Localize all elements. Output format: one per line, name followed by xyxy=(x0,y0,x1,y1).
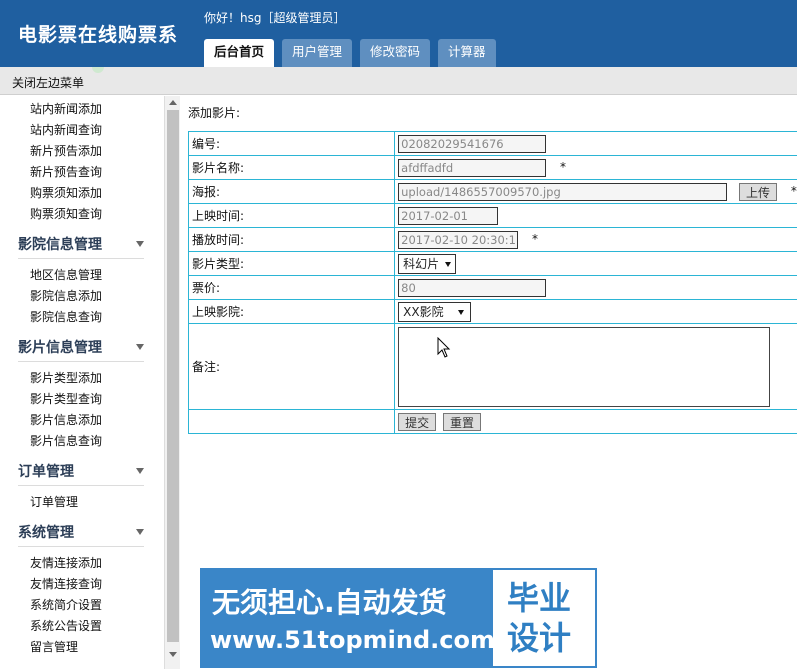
required-mark: * xyxy=(790,184,797,198)
cinema-select[interactable]: XX影院 xyxy=(398,301,471,322)
form-row-id: 编号: xyxy=(187,131,797,156)
form-row-remark: 备注: xyxy=(187,323,797,410)
toggle-left-menu-link[interactable]: 关闭左边菜单 xyxy=(12,74,84,91)
watermark-logo-box: 毕业 设计 xyxy=(493,570,595,666)
chevron-down-icon xyxy=(136,529,144,535)
chevron-down-icon xyxy=(136,241,144,247)
sidebar-item-cinema-add[interactable]: 影院信息添加 xyxy=(0,286,164,307)
scroll-up-arrow-icon[interactable] xyxy=(169,100,177,105)
sidebar-group-title: 影院信息管理 xyxy=(18,237,102,253)
release-date-label: 上映时间: xyxy=(187,203,396,228)
sidebar-item-region[interactable]: 地区信息管理 xyxy=(0,265,164,286)
form-row-release: 上映时间: xyxy=(187,203,797,228)
sidebar-item-notice-query[interactable]: 购票须知查询 xyxy=(0,204,164,225)
form-row-name: 影片名称: * xyxy=(187,155,797,180)
mouse-cursor-icon xyxy=(437,337,451,358)
chevron-down-icon xyxy=(136,344,144,350)
cinema-selected: XX影院 xyxy=(403,304,444,319)
film-name-label: 影片名称: xyxy=(187,155,396,180)
film-type-selected: 科幻片 xyxy=(403,256,440,271)
tab-home[interactable]: 后台首页 xyxy=(204,39,275,67)
required-mark: * xyxy=(559,160,566,174)
sidebar-item-preview-query[interactable]: 新片预告查询 xyxy=(0,162,164,183)
watermark-url: www.51topmind.com xyxy=(210,626,495,654)
sidebar-item-messages[interactable]: 留言管理 xyxy=(0,637,164,658)
poster-path-input[interactable] xyxy=(398,182,728,201)
price-label: 票价: xyxy=(187,275,396,300)
id-label: 编号: xyxy=(187,131,396,156)
user-greeting: 你好！hsg［超级管理员］ xyxy=(204,11,346,25)
chevron-down-icon xyxy=(445,261,452,267)
sidebar: 站内新闻添加 站内新闻查询 新片预告添加 新片预告查询 购票须知添加 购票须知查… xyxy=(0,96,180,669)
sidebar-item-cinema-query[interactable]: 影院信息查询 xyxy=(0,307,164,328)
sidebar-group-title: 影片信息管理 xyxy=(18,340,102,356)
watermark-slogan: 无须担心.自动发货 xyxy=(212,586,447,619)
sidebar-menu: 站内新闻添加 站内新闻查询 新片预告添加 新片预告查询 购票须知添加 购票须知查… xyxy=(0,96,164,658)
tab-change-password[interactable]: 修改密码 xyxy=(360,39,431,67)
scroll-down-arrow-icon[interactable] xyxy=(169,652,177,657)
sidebar-group-orders[interactable]: 订单管理 xyxy=(18,460,144,486)
sidebar-item-orders[interactable]: 订单管理 xyxy=(0,492,164,513)
reset-button[interactable]: 重置 xyxy=(442,412,481,431)
page-title: 添加影片: xyxy=(188,106,241,120)
sidebar-group-system[interactable]: 系统管理 xyxy=(18,521,144,547)
sidebar-item-film-type-add[interactable]: 影片类型添加 xyxy=(0,368,164,389)
id-input[interactable] xyxy=(398,134,547,153)
sidebar-item-announcement-settings[interactable]: 系统公告设置 xyxy=(0,616,164,637)
form-row-showtime: 播放时间: * xyxy=(187,227,797,252)
form-row-actions: 提交 重置 xyxy=(187,409,797,434)
top-header: 电影票在线购票系 你好！hsg［超级管理员］ 后台首页 用户管理 修改密码 计算… xyxy=(0,0,797,67)
showtime-input[interactable] xyxy=(398,230,519,249)
release-date-input[interactable] xyxy=(398,206,499,225)
poster-label: 海报: xyxy=(187,179,396,204)
sidebar-item-link-query[interactable]: 友情连接查询 xyxy=(0,574,164,595)
required-mark: * xyxy=(531,232,538,246)
remark-label: 备注: xyxy=(187,323,396,410)
chevron-down-icon xyxy=(457,309,464,315)
film-name-input[interactable] xyxy=(398,158,547,177)
sidebar-item-link-add[interactable]: 友情连接添加 xyxy=(0,553,164,574)
scroll-thumb[interactable] xyxy=(167,110,179,642)
form-row-price: 票价: xyxy=(187,275,797,300)
sidebar-item-news-query[interactable]: 站内新闻查询 xyxy=(0,120,164,141)
toolbar: 关闭左边菜单 xyxy=(0,67,797,95)
upload-button[interactable]: 上传 xyxy=(738,182,777,201)
sidebar-item-film-query[interactable]: 影片信息查询 xyxy=(0,431,164,452)
sidebar-item-preview-add[interactable]: 新片预告添加 xyxy=(0,141,164,162)
sidebar-item-film-add[interactable]: 影片信息添加 xyxy=(0,410,164,431)
tab-user-management[interactable]: 用户管理 xyxy=(282,39,353,67)
form-row-cinema: 上映影院: XX影院 xyxy=(187,299,797,324)
sidebar-group-cinema[interactable]: 影院信息管理 xyxy=(18,233,144,259)
watermark-logo-text: 毕业 xyxy=(507,579,572,617)
main-nav: 后台首页 用户管理 修改密码 计算器 xyxy=(204,39,504,67)
remark-textarea[interactable] xyxy=(398,326,771,407)
sidebar-group-title: 订单管理 xyxy=(18,464,74,480)
sidebar-item-film-type-query[interactable]: 影片类型查询 xyxy=(0,389,164,410)
film-type-label: 影片类型: xyxy=(187,251,396,276)
sidebar-group-film[interactable]: 影片信息管理 xyxy=(18,336,144,362)
price-input[interactable] xyxy=(398,278,547,297)
app-title: 电影票在线购票系 xyxy=(18,24,179,46)
sidebar-group-title: 系统管理 xyxy=(18,525,74,541)
watermark-banner: 无须担心.自动发货 www.51topmind.com 毕业 设计 xyxy=(200,568,597,668)
toolbar-decoration xyxy=(92,67,104,73)
watermark-logo-text: 设计 xyxy=(507,619,572,657)
chevron-down-icon xyxy=(136,468,144,474)
tab-calculator[interactable]: 计算器 xyxy=(438,39,496,67)
film-type-select[interactable]: 科幻片 xyxy=(398,253,457,274)
sidebar-item-notice-add[interactable]: 购票须知添加 xyxy=(0,183,164,204)
form-row-type: 影片类型: 科幻片 xyxy=(187,251,797,276)
sidebar-item-news-add[interactable]: 站内新闻添加 xyxy=(0,99,164,120)
form-row-poster: 海报: 上传 * xyxy=(187,179,797,204)
sidebar-item-intro-settings[interactable]: 系统简介设置 xyxy=(0,595,164,616)
add-film-form: 编号: 影片名称: * 海报: 上传 * 上映时间: xyxy=(187,131,797,434)
cinema-label: 上映影院: xyxy=(187,299,396,324)
showtime-label: 播放时间: xyxy=(187,227,396,252)
submit-button[interactable]: 提交 xyxy=(398,412,437,431)
sidebar-scrollbar[interactable] xyxy=(164,96,180,669)
